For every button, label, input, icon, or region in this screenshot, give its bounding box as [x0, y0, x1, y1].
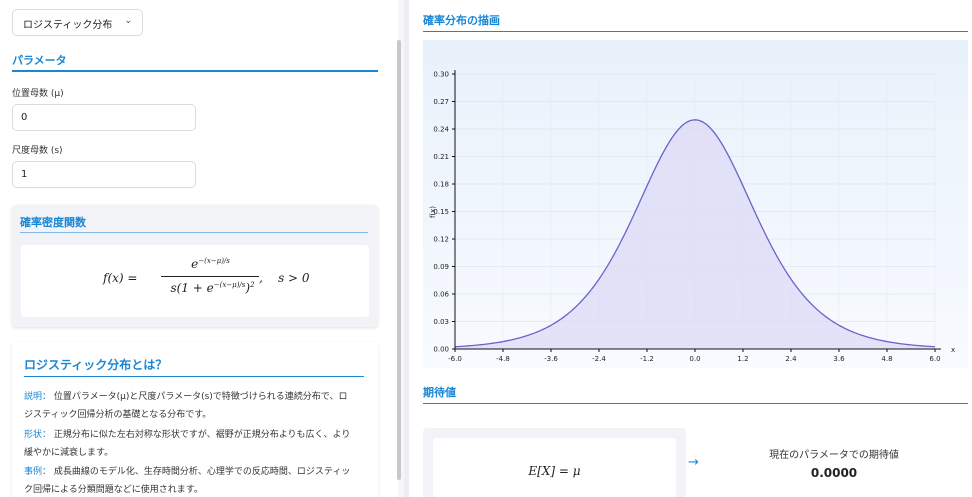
- params-title: パラメータ: [12, 54, 67, 67]
- chart-svg: 0.000.030.060.090.120.150.180.210.240.27…: [429, 70, 955, 363]
- pdf-fraction-bar: [161, 276, 259, 277]
- x-tick-label: -3.6: [544, 355, 558, 363]
- y-tick-label: 0.09: [433, 263, 449, 271]
- params-rule: [12, 70, 378, 72]
- arrow-right-icon: →: [688, 455, 699, 470]
- pdf-lhs: f(x) =: [103, 271, 138, 285]
- plot-rule: [423, 31, 968, 32]
- location-input[interactable]: 0: [12, 104, 196, 131]
- x-tick-label: -4.8: [496, 355, 510, 363]
- expectation-title: 期待値: [423, 386, 456, 399]
- about-rule: [24, 376, 364, 377]
- pdf-denominator: s(1 + e−(x−μ)/s)2: [155, 281, 270, 295]
- pdf-numerator: e−(x−μ)/s: [163, 257, 258, 271]
- distribution-plot[interactable]: 0.00 0.03 0.06 0.09 0.12 0.15 0.18 0.21 0.24 0.27…: [423, 40, 968, 368]
- y-tick-label: 0.27: [433, 98, 449, 106]
- pdf-denominator-pre: s(1 + e: [170, 281, 214, 295]
- x-tick-label: -1.2: [640, 355, 654, 363]
- x-tick-label: 1.2: [737, 355, 748, 363]
- about-item-text-2: 緩やかに減衰します。: [24, 448, 114, 458]
- right-panel: 確率分布の描画 0.00 0.03 0.06 0.09 0.12 0.15 0.18 0.21…: [409, 0, 972, 497]
- y-tick-label: 0.24: [433, 126, 449, 134]
- left-panel: ロジスティック分布 ⌄ パラメータ 位置母数 (μ) 0 尺度母数 (s) 1 …: [0, 0, 398, 497]
- pdf-denominator-exp: −(x−μ)/s: [213, 281, 246, 289]
- about-item-text-2: ク回帰による分類問題などに使用されます。: [24, 485, 203, 495]
- x-axis-label: x: [951, 346, 955, 354]
- about-item-text: 位置パラメータ(μ)と尺度パラメータ(s)で特徴づけられる連続分布で、ロ: [53, 392, 348, 402]
- expectation-formula: E[X] = μ: [528, 464, 581, 478]
- distribution-select[interactable]: ロジスティック分布 ⌄: [12, 9, 143, 36]
- y-tick-label: 0.18: [433, 181, 449, 189]
- y-tick-label: 0.06: [433, 291, 449, 299]
- x-tick-label: 4.8: [881, 355, 892, 363]
- y-tick-label: 0.12: [433, 236, 449, 244]
- about-title: ロジスティック分布とは？: [24, 358, 168, 372]
- about-item-text: 正規分布に似た左右対称な形状ですが、裾野が正規分布よりも広く、より: [53, 430, 351, 440]
- about-item: 形状： 正規分布に似た左右対称な形状ですが、裾野が正規分布よりも広く、より 緩や…: [24, 426, 369, 462]
- x-tick-label: -2.4: [592, 355, 606, 363]
- plot-title: 確率分布の描画: [423, 14, 500, 27]
- x-tick-label: -6.0: [448, 355, 462, 363]
- y-tick-label: 0.30: [433, 71, 449, 79]
- distribution-select-value: ロジスティック分布: [23, 20, 113, 31]
- about-item-text: 成長曲線のモデル化、生存時間分析、心理学での反応時間、ロジスティッ: [53, 467, 351, 477]
- about-item: 説明： 位置パラメータ(μ)と尺度パラメータ(s)で特徴づけられる連続分布で、ロ…: [24, 388, 369, 424]
- y-tick-label: 0.00: [433, 346, 449, 354]
- pdf-title: 確率密度関数: [20, 216, 86, 229]
- pdf-denominator-sq: 2: [250, 281, 255, 289]
- expectation-formula-box: E[X] = μ: [433, 438, 676, 497]
- pdf-numerator-exp: −(x−μ)/s: [198, 257, 230, 265]
- scale-label: 尺度母数 (s): [12, 146, 63, 156]
- left-scrollbar[interactable]: [397, 40, 401, 480]
- x-tick-label: 6.0: [929, 355, 940, 363]
- pdf-rule: [20, 232, 368, 233]
- pdf-condition: , s > 0: [259, 271, 310, 285]
- location-label: 位置母数 (μ): [12, 89, 64, 99]
- about-item-text-2: ジスティック回帰分析の基礎となる分布です。: [24, 410, 212, 420]
- scale-input[interactable]: 1: [12, 161, 196, 188]
- density-area: [455, 119, 935, 349]
- expectation-value: 0.0000: [810, 466, 858, 480]
- about-item-key: 形状：: [24, 430, 52, 440]
- scale-value: 1: [21, 169, 28, 180]
- chevron-down-icon: ⌄: [124, 16, 132, 26]
- pdf-card: 確率密度関数 f(x) = e−(x−μ)/s s(1 + e−(x−μ)/s)…: [12, 205, 378, 327]
- y-tick-label: 0.03: [433, 318, 449, 326]
- about-item-key: 説明：: [24, 392, 52, 402]
- pdf-formula-box: f(x) = e−(x−μ)/s s(1 + e−(x−μ)/s)2 , s >…: [21, 245, 369, 317]
- y-tick-label: 0.21: [433, 153, 449, 161]
- y-axis-label: f(x): [429, 206, 437, 218]
- expectation-rule: [423, 403, 968, 404]
- location-value: 0: [21, 112, 28, 123]
- x-tick-label: 2.4: [785, 355, 797, 363]
- x-tick-label: 3.6: [833, 355, 845, 363]
- expectation-formula-card: E[X] = μ: [423, 428, 686, 497]
- expectation-label: 現在のパラメータでの期待値: [769, 450, 899, 461]
- about-item: 事例： 成長曲線のモデル化、生存時間分析、心理学での反応時間、ロジスティッ ク回…: [24, 463, 369, 497]
- x-tick-label: 0.0: [689, 355, 700, 363]
- about-item-key: 事例：: [24, 467, 52, 477]
